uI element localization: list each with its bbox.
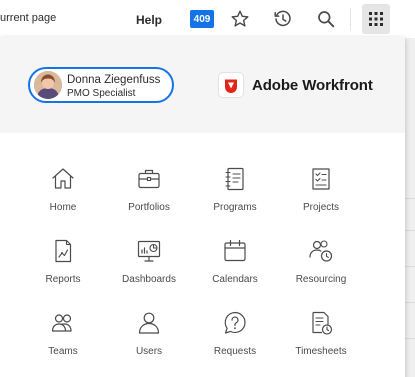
user-icon: [135, 309, 163, 337]
breadcrumb[interactable]: urrent page: [0, 12, 56, 24]
app-label: Resourcing: [295, 274, 347, 285]
background-row-divider: [405, 230, 415, 231]
app-projects[interactable]: Projects: [276, 165, 366, 217]
user-profile-button[interactable]: Donna Ziegenfuss PMO Specialist: [28, 67, 174, 103]
home-icon: [49, 165, 77, 193]
app-label: Dashboards: [122, 274, 176, 285]
app-reports[interactable]: Reports: [18, 237, 108, 289]
app-label: Portfolios: [128, 202, 170, 213]
background-row-divider: [405, 302, 415, 303]
notebook-icon: [221, 165, 249, 193]
background-row-divider: [405, 338, 415, 339]
app-label: Reports: [45, 274, 81, 285]
user-role: PMO Specialist: [67, 88, 136, 99]
menu-header: Donna Ziegenfuss PMO Specialist Adobe Wo…: [0, 37, 405, 133]
brand: Adobe Workfront: [218, 72, 373, 98]
top-bar: urrent page Help 409: [0, 0, 415, 38]
app-programs[interactable]: Programs: [190, 165, 280, 217]
background-row-divider: [405, 198, 415, 199]
app-dashboards[interactable]: Dashboards: [104, 237, 194, 289]
app-home[interactable]: Home: [18, 165, 108, 217]
app-label: Programs: [213, 202, 257, 213]
dashboard-monitor-icon: [135, 237, 163, 265]
avatar: [34, 71, 62, 99]
app-timesheets[interactable]: Timesheets: [276, 309, 366, 361]
app-requests[interactable]: Requests: [190, 309, 280, 361]
app-window: urrent page Help 409 Donna Ziegenfuss PM…: [0, 0, 415, 377]
app-label: Teams: [48, 346, 78, 357]
timesheet-icon: [307, 309, 335, 337]
star-icon[interactable]: [230, 9, 250, 29]
brand-name: Adobe Workfront: [252, 76, 373, 94]
app-label: Timesheets: [295, 346, 347, 357]
main-menu-panel: Donna Ziegenfuss PMO Specialist Adobe Wo…: [0, 37, 405, 377]
app-portfolios[interactable]: Portfolios: [104, 165, 194, 217]
apps-grid-icon: [369, 12, 383, 26]
resourcing-people-clock-icon: [307, 237, 335, 265]
background-page-edge: [405, 38, 415, 377]
question-bubble-icon: [221, 309, 249, 337]
app-users[interactable]: Users: [104, 309, 194, 361]
app-calendars[interactable]: Calendars: [190, 237, 280, 289]
team-icon: [49, 309, 77, 337]
clipboard-check-icon: [307, 165, 335, 193]
app-label: Users: [135, 346, 163, 357]
notification-badge[interactable]: 409: [190, 10, 214, 28]
app-label: Home: [49, 202, 77, 213]
search-icon[interactable]: [316, 9, 336, 29]
briefcase-icon: [135, 165, 163, 193]
user-name: Donna Ziegenfuss: [67, 74, 161, 86]
app-label: Calendars: [212, 274, 258, 285]
background-row-divider: [405, 266, 415, 267]
app-label: Requests: [213, 346, 257, 357]
adobe-workfront-logo-icon: [218, 72, 244, 98]
toolbar-divider: [350, 8, 351, 30]
app-label: Projects: [302, 202, 340, 213]
app-teams[interactable]: Teams: [18, 309, 108, 361]
calendar-icon: [221, 237, 249, 265]
help-link[interactable]: Help: [136, 13, 162, 27]
history-icon[interactable]: [273, 9, 293, 29]
apps-grid-button[interactable]: [362, 4, 390, 34]
app-resourcing[interactable]: Resourcing: [276, 237, 366, 289]
report-chart-icon: [49, 237, 77, 265]
